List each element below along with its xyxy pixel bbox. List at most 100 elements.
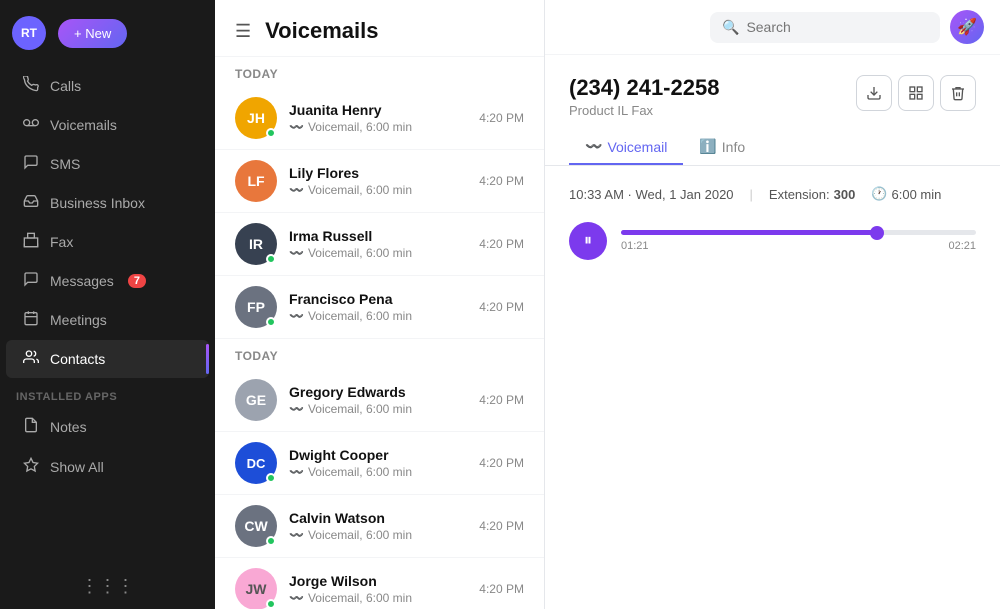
- delete-button[interactable]: [940, 75, 976, 111]
- contact-name: Lily Flores: [289, 165, 467, 181]
- contact-name: Calvin Watson: [289, 510, 467, 526]
- contact-time: 4:20 PM: [479, 111, 524, 125]
- contact-info: Francisco Pena 〰️ Voicemail, 6:00 min: [289, 291, 467, 323]
- sms-icon: [22, 154, 40, 174]
- sidebar-item-voicemails[interactable]: Voicemails: [6, 106, 209, 144]
- contact-info: Gregory Edwards 〰️ Voicemail, 6:00 min: [289, 384, 467, 416]
- list-item[interactable]: CW Calvin Watson 〰️ Voicemail, 6:00 min …: [215, 495, 544, 558]
- sidebar-item-show-all[interactable]: Show All: [6, 448, 209, 486]
- detail-header: (234) 241-2258 Product IL Fax 〰️ Voicema…: [545, 55, 1000, 166]
- contact-sub: 〰️ Voicemail, 6:00 min: [289, 591, 467, 605]
- list-item[interactable]: JH Juanita Henry 〰️ Voicemail, 6:00 min …: [215, 87, 544, 150]
- sidebar-item-label: Messages: [50, 273, 114, 289]
- online-status: [266, 599, 276, 609]
- search-box[interactable]: 🔍: [710, 12, 940, 43]
- meetings-icon: [22, 310, 40, 330]
- calls-icon: [22, 76, 40, 96]
- hamburger-icon[interactable]: ☰: [235, 21, 251, 42]
- info-tab-icon: ℹ️: [699, 138, 716, 155]
- sidebar-item-fax[interactable]: Fax: [6, 223, 209, 261]
- list-item[interactable]: GE Gregory Edwards 〰️ Voicemail, 6:00 mi…: [215, 369, 544, 432]
- detail-tabs: 〰️ Voicemail ℹ️ Info: [569, 130, 761, 165]
- clock-icon: 🕐: [871, 186, 887, 202]
- sidebar-item-contacts[interactable]: Contacts: [6, 340, 209, 378]
- contact-time: 4:20 PM: [479, 519, 524, 533]
- grid-icon[interactable]: ⋮⋮⋮: [81, 576, 135, 597]
- audio-player: ⏸ 01:21 02:21: [569, 222, 976, 260]
- sidebar-header: RT + New: [0, 0, 215, 66]
- contact-time: 4:20 PM: [479, 456, 524, 470]
- tab-voicemail[interactable]: 〰️ Voicemail: [569, 130, 683, 165]
- list-item[interactable]: FP Francisco Pena 〰️ Voicemail, 6:00 min…: [215, 276, 544, 339]
- online-status: [266, 536, 276, 546]
- current-time: 01:21: [621, 240, 649, 252]
- sidebar-item-meetings[interactable]: Meetings: [6, 301, 209, 339]
- voicemail-sub-icon: 〰️: [289, 120, 304, 134]
- contact-info: Calvin Watson 〰️ Voicemail, 6:00 min: [289, 510, 467, 542]
- detail-content: 10:33 AM · Wed, 1 Jan 2020 | Extension: …: [545, 166, 1000, 609]
- list-item[interactable]: DC Dwight Cooper 〰️ Voicemail, 6:00 min …: [215, 432, 544, 495]
- online-status: [266, 128, 276, 138]
- sidebar-bottom: ⋮⋮⋮: [0, 564, 215, 609]
- share-button[interactable]: [898, 75, 934, 111]
- ext-label: Extension:: [769, 187, 830, 202]
- page-title: Voicemails: [265, 18, 378, 44]
- online-status: [266, 254, 276, 264]
- progress-bar-wrap[interactable]: 01:21 02:21: [621, 230, 976, 252]
- progress-track: [621, 230, 976, 235]
- list-item[interactable]: JW Jorge Wilson 〰️ Voicemail, 6:00 min 4…: [215, 558, 544, 609]
- contact-sub: 〰️ Voicemail, 6:00 min: [289, 120, 467, 134]
- sidebar-item-business-inbox[interactable]: Business Inbox: [6, 184, 209, 222]
- sidebar: RT + New Calls Voicemails SMS Business: [0, 0, 215, 609]
- list-header: ☰ Voicemails: [215, 0, 544, 57]
- rocket-button[interactable]: 🚀: [950, 10, 984, 44]
- progress-times: 01:21 02:21: [621, 240, 976, 252]
- contact-time: 4:20 PM: [479, 300, 524, 314]
- contact-name: Jorge Wilson: [289, 573, 467, 589]
- contact-time: 4:20 PM: [479, 237, 524, 251]
- messages-icon: [22, 271, 40, 291]
- sidebar-item-sms[interactable]: SMS: [6, 145, 209, 183]
- tab-info[interactable]: ℹ️ Info: [683, 130, 761, 165]
- meta-datetime: 10:33 AM · Wed, 1 Jan 2020: [569, 187, 734, 202]
- contact-info: Jorge Wilson 〰️ Voicemail, 6:00 min: [289, 573, 467, 605]
- contact-info: Dwight Cooper 〰️ Voicemail, 6:00 min: [289, 447, 467, 479]
- rocket-icon: 🚀: [957, 17, 977, 37]
- voicemail-sub-icon: 〰️: [289, 183, 304, 197]
- list-item[interactable]: LF Lily Flores 〰️ Voicemail, 6:00 min 4:…: [215, 150, 544, 213]
- inbox-icon: [22, 193, 40, 213]
- contact-info: Juanita Henry 〰️ Voicemail, 6:00 min: [289, 102, 467, 134]
- voicemail-meta: 10:33 AM · Wed, 1 Jan 2020 | Extension: …: [569, 186, 976, 202]
- sidebar-item-notes[interactable]: Notes: [6, 408, 209, 446]
- contacts-icon: [22, 349, 40, 369]
- sidebar-item-calls[interactable]: Calls: [6, 67, 209, 105]
- contact-time: 4:20 PM: [479, 393, 524, 407]
- voicemail-icon: [22, 115, 40, 135]
- contact-sub: 〰️ Voicemail, 6:00 min: [289, 246, 467, 260]
- contact-name: Francisco Pena: [289, 291, 467, 307]
- contact-name: Irma Russell: [289, 228, 467, 244]
- sidebar-item-label: Notes: [50, 419, 87, 435]
- sidebar-item-label: Voicemails: [50, 117, 117, 133]
- sidebar-item-label: Business Inbox: [50, 195, 145, 211]
- list-item[interactable]: IR Irma Russell 〰️ Voicemail, 6:00 min 4…: [215, 213, 544, 276]
- search-input[interactable]: [746, 19, 928, 35]
- installed-apps-label: INSTALLED APPS: [0, 383, 215, 407]
- sidebar-item-messages[interactable]: Messages 7: [6, 262, 209, 300]
- voicemail-sub-icon: 〰️: [289, 528, 304, 542]
- download-button[interactable]: [856, 75, 892, 111]
- tab-label: Info: [722, 139, 745, 155]
- voicemail-tab-icon: 〰️: [585, 138, 602, 155]
- new-button[interactable]: + New: [58, 19, 127, 48]
- voicemail-sub-icon: 〰️: [289, 465, 304, 479]
- pause-button[interactable]: ⏸: [569, 222, 607, 260]
- sidebar-item-label: Meetings: [50, 312, 107, 328]
- contact-list-panel: ☰ Voicemails TODAY JH Juanita Henry 〰️ V…: [215, 0, 545, 609]
- contact-name: Dwight Cooper: [289, 447, 467, 463]
- avatar: GE: [235, 379, 277, 421]
- detail-title-area: (234) 241-2258 Product IL Fax 〰️ Voicema…: [569, 75, 761, 165]
- contact-sub: 〰️ Voicemail, 6:00 min: [289, 465, 467, 479]
- section-date-1: TODAY: [215, 57, 544, 87]
- search-icon: 🔍: [722, 19, 739, 36]
- sidebar-item-label: Show All: [50, 459, 104, 475]
